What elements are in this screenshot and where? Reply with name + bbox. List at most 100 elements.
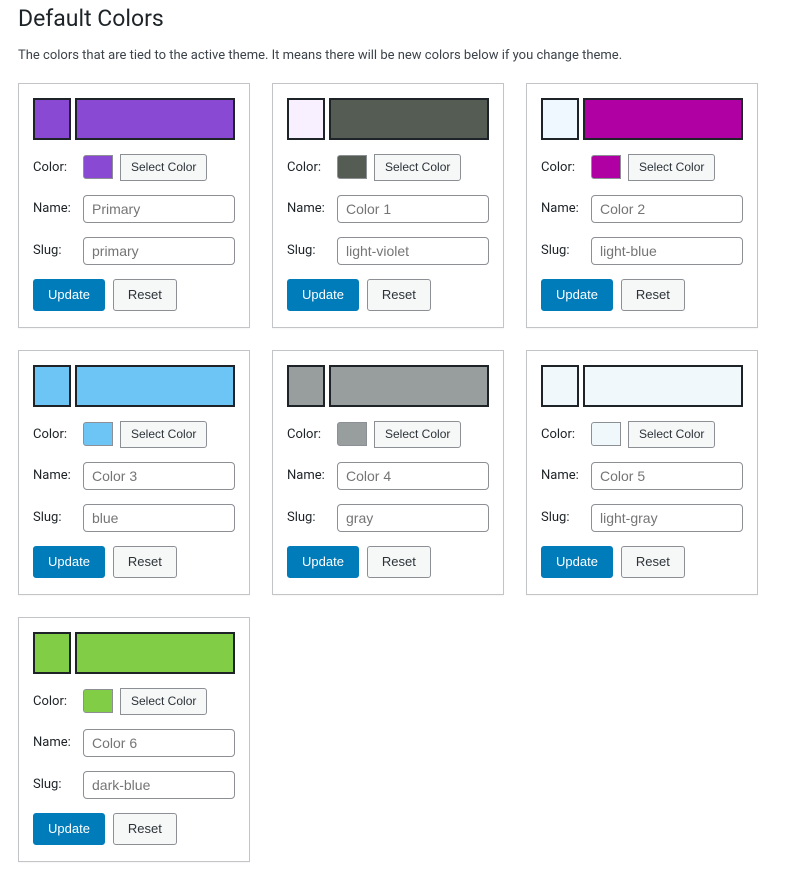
select-color-button[interactable]: Select Color (628, 421, 715, 448)
slug-input[interactable] (591, 237, 743, 265)
color-cards-grid: Color: Select Color Name: Slug: Update R… (18, 83, 775, 862)
reset-button[interactable]: Reset (113, 813, 177, 845)
slug-field-row: Slug: (541, 237, 743, 265)
update-button[interactable]: Update (287, 546, 359, 578)
color-label: Color: (33, 427, 75, 442)
select-color-button[interactable]: Select Color (374, 154, 461, 181)
select-color-button[interactable]: Select Color (374, 421, 461, 448)
swatch-row (287, 365, 489, 407)
color-field-row: Color: Select Color (33, 688, 235, 715)
name-input[interactable] (591, 195, 743, 223)
name-field-row: Name: (33, 195, 235, 223)
name-input[interactable] (83, 729, 235, 757)
color-chip[interactable] (591, 155, 621, 179)
name-input[interactable] (591, 462, 743, 490)
color-chip[interactable] (83, 155, 113, 179)
color-chip[interactable] (337, 422, 367, 446)
swatch-large (75, 632, 235, 674)
update-button[interactable]: Update (287, 279, 359, 311)
swatch-row (33, 98, 235, 140)
name-label: Name: (287, 201, 329, 216)
name-field-row: Name: (33, 462, 235, 490)
slug-input[interactable] (83, 237, 235, 265)
name-input[interactable] (337, 462, 489, 490)
update-button[interactable]: Update (33, 813, 105, 845)
color-chip[interactable] (83, 689, 113, 713)
update-button[interactable]: Update (33, 279, 105, 311)
color-chip[interactable] (591, 422, 621, 446)
swatch-small (287, 98, 325, 140)
swatch-small (33, 632, 71, 674)
slug-label: Slug: (33, 510, 75, 525)
slug-input[interactable] (83, 504, 235, 532)
color-label: Color: (541, 160, 583, 175)
swatch-row (33, 365, 235, 407)
swatch-row (287, 98, 489, 140)
select-color-button[interactable]: Select Color (628, 154, 715, 181)
slug-input[interactable] (591, 504, 743, 532)
reset-button[interactable]: Reset (621, 279, 685, 311)
color-label: Color: (287, 160, 329, 175)
slug-field-row: Slug: (33, 237, 235, 265)
slug-input[interactable] (337, 504, 489, 532)
color-chip[interactable] (83, 422, 113, 446)
swatch-small (541, 98, 579, 140)
slug-input[interactable] (83, 771, 235, 799)
update-button[interactable]: Update (33, 546, 105, 578)
color-label: Color: (541, 427, 583, 442)
button-row: Update Reset (33, 546, 235, 578)
update-button[interactable]: Update (541, 546, 613, 578)
name-input[interactable] (83, 195, 235, 223)
slug-field-row: Slug: (33, 504, 235, 532)
swatch-large (329, 98, 489, 140)
color-field-row: Color: Select Color (287, 154, 489, 181)
name-input[interactable] (83, 462, 235, 490)
slug-label: Slug: (287, 243, 329, 258)
swatch-large (329, 365, 489, 407)
name-label: Name: (541, 468, 583, 483)
color-card: Color: Select Color Name: Slug: Update R… (18, 350, 250, 595)
swatch-small (33, 365, 71, 407)
update-button[interactable]: Update (541, 279, 613, 311)
slug-field-row: Slug: (287, 504, 489, 532)
name-label: Name: (541, 201, 583, 216)
slug-label: Slug: (33, 777, 75, 792)
reset-button[interactable]: Reset (113, 279, 177, 311)
swatch-row (541, 98, 743, 140)
color-field-row: Color: Select Color (541, 421, 743, 448)
slug-field-row: Slug: (287, 237, 489, 265)
color-card: Color: Select Color Name: Slug: Update R… (526, 350, 758, 595)
select-color-button[interactable]: Select Color (120, 154, 207, 181)
slug-input[interactable] (337, 237, 489, 265)
name-input[interactable] (337, 195, 489, 223)
name-label: Name: (33, 735, 75, 750)
swatch-small (33, 98, 71, 140)
reset-button[interactable]: Reset (367, 546, 431, 578)
swatch-large (583, 98, 743, 140)
name-label: Name: (33, 201, 75, 216)
button-row: Update Reset (541, 546, 743, 578)
color-card: Color: Select Color Name: Slug: Update R… (18, 617, 250, 862)
button-row: Update Reset (33, 279, 235, 311)
select-color-button[interactable]: Select Color (120, 421, 207, 448)
page-description: The colors that are tied to the active t… (18, 48, 775, 63)
reset-button[interactable]: Reset (621, 546, 685, 578)
color-field-row: Color: Select Color (541, 154, 743, 181)
name-field-row: Name: (33, 729, 235, 757)
slug-field-row: Slug: (541, 504, 743, 532)
name-field-row: Name: (541, 462, 743, 490)
reset-button[interactable]: Reset (113, 546, 177, 578)
color-field-row: Color: Select Color (287, 421, 489, 448)
swatch-small (541, 365, 579, 407)
swatch-large (75, 98, 235, 140)
color-chip[interactable] (337, 155, 367, 179)
select-color-button[interactable]: Select Color (120, 688, 207, 715)
color-label: Color: (33, 694, 75, 709)
button-row: Update Reset (287, 279, 489, 311)
reset-button[interactable]: Reset (367, 279, 431, 311)
color-label: Color: (33, 160, 75, 175)
name-field-row: Name: (541, 195, 743, 223)
button-row: Update Reset (541, 279, 743, 311)
button-row: Update Reset (33, 813, 235, 845)
color-card: Color: Select Color Name: Slug: Update R… (272, 350, 504, 595)
